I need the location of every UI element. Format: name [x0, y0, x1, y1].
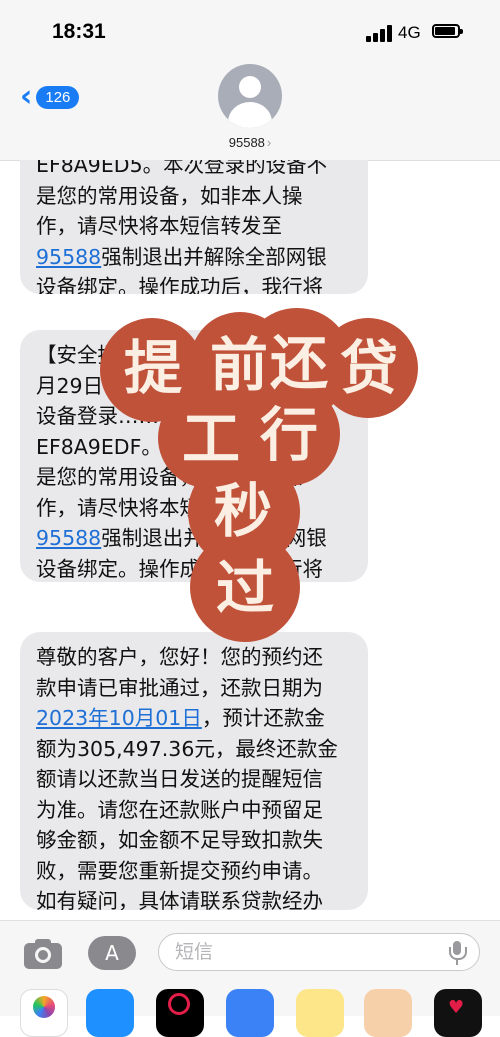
message-bubble[interactable]: EF8A9ED5。本次登录的设备不 是您的常用设备，如非本人操 作，请尽快将本短… [20, 160, 368, 294]
phone-link[interactable]: 95588 [36, 245, 101, 269]
app-store-icon[interactable] [86, 989, 134, 1037]
clock: 18:31 [52, 20, 106, 43]
memoji-stickers-icon[interactable] [364, 989, 412, 1037]
message-bubble[interactable]: 【安全提醒】尊敬的客户，您于 月29日……网银 设备登录…… EF8A9EDF。… [20, 330, 368, 582]
fitness-icon[interactable] [156, 989, 204, 1037]
message-thread[interactable]: EF8A9ED5。本次登录的设备不 是您的常用设备，如非本人操 作，请尽快将本短… [0, 160, 500, 920]
chevron-right-icon: › [266, 135, 272, 150]
audio-message-icon[interactable] [226, 989, 274, 1037]
phone-link[interactable]: 95588 [36, 526, 101, 550]
message-input[interactable]: 短信 [158, 933, 480, 971]
message-bubble[interactable]: 尊敬的客户，您好！您的预约还 款申请已审批通过，还款日期为 2023年10月01… [20, 632, 368, 910]
digital-touch-icon[interactable]: ♥ [434, 989, 482, 1037]
status-bar: 18:31 4G [0, 0, 500, 62]
cellular-signal-icon [366, 24, 394, 42]
date-link[interactable]: 2023年10月01日 [36, 706, 202, 730]
camera-icon[interactable] [22, 935, 64, 971]
memoji-icon[interactable] [296, 989, 344, 1037]
composer-bar: A 短信 ♥ [0, 920, 500, 1037]
contact-avatar[interactable] [218, 64, 282, 128]
chevron-left-icon: ‹ [20, 79, 33, 114]
network-type: 4G [398, 23, 421, 42]
app-store-icon[interactable]: A [88, 936, 136, 970]
microphone-icon[interactable] [448, 941, 467, 965]
unread-count-badge: 126 [36, 85, 80, 109]
contact-name[interactable]: 95588 › [0, 135, 500, 150]
back-button[interactable]: ‹ 126 [20, 79, 80, 114]
conversation-header: ‹ 126 95588 › [0, 62, 500, 161]
photos-app-icon[interactable] [20, 989, 68, 1037]
battery-icon [432, 24, 463, 38]
